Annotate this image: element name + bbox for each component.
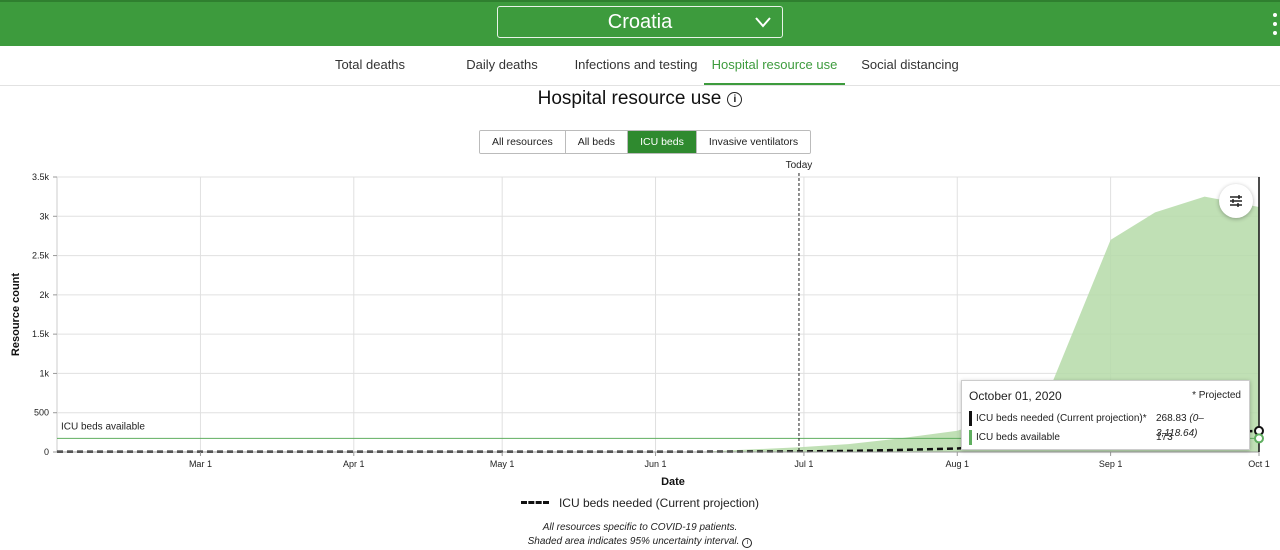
sliders-icon <box>1230 195 1242 207</box>
x-tick-label: Oct 1 <box>1248 459 1270 469</box>
chart-settings-button[interactable] <box>1219 184 1253 218</box>
tab-daily-deaths[interactable]: Daily deaths <box>447 46 557 85</box>
y-tick-label: 2.5k <box>32 251 50 261</box>
tooltip-available-label: ICU beds available <box>976 432 1060 443</box>
icu-beds-available-label: ICU beds available <box>61 421 145 432</box>
tab-hospital-resource-use[interactable]: Hospital resource use <box>704 46 845 85</box>
tooltip-projected-note: * Projected <box>1192 390 1241 401</box>
country-select[interactable]: Croatia <box>497 6 783 38</box>
y-tick-label: 0 <box>44 447 49 457</box>
kebab-menu-icon[interactable] <box>1272 13 1278 35</box>
tooltip-available-value: 173 <box>1156 432 1173 443</box>
x-tick-label: May 1 <box>490 459 515 469</box>
tab-total-deaths[interactable]: Total deaths <box>315 46 425 85</box>
today-label: Today <box>786 160 813 171</box>
info-icon[interactable]: i <box>727 92 743 107</box>
x-tick-label: Jul 1 <box>794 459 813 469</box>
tooltip-row-needed: ICU beds needed (Current projection)* 26… <box>969 411 1243 439</box>
y-tick-label: 2k <box>39 290 49 300</box>
chevron-down-icon <box>755 17 771 28</box>
needed-swatch <box>969 411 972 426</box>
y-tick-label: 3.5k <box>32 172 50 182</box>
x-tick-label: Apr 1 <box>343 459 365 469</box>
chart-legend[interactable]: ICU beds needed (Current projection) <box>0 496 1280 510</box>
tooltip-needed-label: ICU beds needed (Current projection)* <box>976 413 1147 424</box>
legend-dash-swatch <box>520 501 549 504</box>
y-tick-label: 1.5k <box>32 329 50 339</box>
x-tick-label: Aug 1 <box>945 459 969 469</box>
y-tick-label: 3k <box>39 211 49 221</box>
note-covid-specific: All resources specific to COVID-19 patie… <box>542 522 738 533</box>
tooltip-row-available: ICU beds available 173 <box>969 430 1243 445</box>
y-tick-label: 1k <box>39 368 49 378</box>
available-point <box>1254 433 1264 444</box>
page-title-text: Hospital resource use <box>537 88 722 109</box>
available-swatch <box>969 430 972 445</box>
tooltip-date: October 01, 2020 <box>969 389 1062 403</box>
note-uncertainty-text: Shaded area indicates 95% uncertainty in… <box>527 536 740 547</box>
x-tick-label: Mar 1 <box>189 459 212 469</box>
y-tick-label: 500 <box>34 408 49 418</box>
legend-label: ICU beds needed (Current projection) <box>558 496 760 510</box>
chart-tooltip: October 01, 2020 * Projected ICU beds ne… <box>961 380 1250 450</box>
y-axis-label: Resource count <box>10 273 22 356</box>
needed-value: 268.83 <box>1156 413 1187 424</box>
info-icon[interactable]: i <box>742 538 753 548</box>
page-title: Hospital resource use i <box>0 86 1280 112</box>
y-axis: 0 500 1k 1.5k 2k 2.5k 3k 3.5k <box>32 172 57 457</box>
tab-social-distancing[interactable]: Social distancing <box>855 46 965 85</box>
x-axis: Mar 1 Apr 1 May 1 Jun 1 Jul 1 Aug 1 Sep 1 Oct 1 <box>57 451 1270 469</box>
x-tick-label: Jun 1 <box>645 459 667 469</box>
top-bar: Croatia <box>0 0 1280 46</box>
x-tick-label: Sep 1 <box>1099 459 1123 469</box>
nav-tabs: Total deaths Daily deaths Infections and… <box>0 46 1280 86</box>
top-bar-edge <box>0 0 1280 2</box>
x-axis-label: Date <box>661 476 685 488</box>
country-label: Croatia <box>607 10 673 33</box>
tab-infections-testing[interactable]: Infections and testing <box>571 46 701 85</box>
note-uncertainty: Shaded area indicates 95% uncertainty in… <box>0 536 1280 548</box>
